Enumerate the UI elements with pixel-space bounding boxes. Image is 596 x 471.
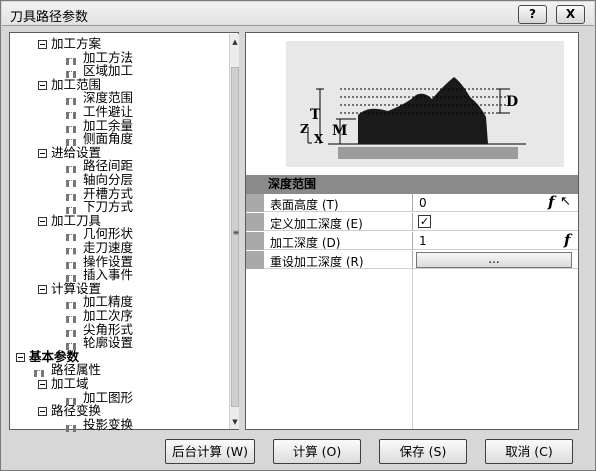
tree-expander-icon[interactable]	[38, 216, 47, 226]
tree-expander-icon[interactable]	[16, 352, 25, 362]
tool-path-parameters-dialog: 刀具路径参数 ? X 加工方案 加工方法 区域加工 加工范围 深度范围 工件避让 加工余量侧…	[0, 0, 596, 471]
help-button[interactable]: ?	[518, 5, 547, 24]
scroll-down-icon[interactable]: ▼	[230, 416, 240, 428]
row-divider	[412, 194, 413, 212]
tree-connector	[34, 370, 44, 375]
column-divider	[412, 267, 413, 429]
tree-item[interactable]: 工件避让	[83, 105, 133, 119]
tree-expander-icon[interactable]	[38, 407, 47, 417]
m-label: M	[332, 123, 348, 139]
section-header-depth-range: 深度范围	[246, 175, 578, 194]
property-define-depth[interactable]: 定义加工深度 (E) ✓	[246, 213, 578, 231]
tree-item[interactable]: 轴向分层	[83, 173, 133, 187]
tree-connector	[66, 329, 76, 334]
scroll-thumb[interactable]: ≡	[231, 67, 239, 407]
tree-connector	[66, 261, 76, 266]
parameter-tree[interactable]: 加工方案 加工方法 区域加工 加工范围 深度范围 工件避让 加工余量 侧面角度 进给设置 路径间距…	[9, 32, 239, 432]
tree-connector	[66, 125, 76, 130]
tree-connector	[66, 98, 76, 103]
tree-expander-icon[interactable]	[38, 380, 47, 389]
tree-expander-icon[interactable]	[38, 284, 47, 294]
window-title: 刀具路径参数	[10, 10, 89, 25]
property-surface-height[interactable]: 表面高度 (T) 0 f ↖	[246, 193, 578, 212]
tree-expander-icon[interactable]	[38, 80, 47, 90]
tree-connector	[66, 234, 76, 239]
tree-scrollbar[interactable]: ▲ ≡ ▼	[229, 34, 239, 429]
d-label: D	[506, 94, 518, 110]
machining-depth-label: 加工深度 (D)	[270, 236, 341, 250]
tree-connector	[66, 397, 76, 402]
tree-item[interactable]: 加工方案	[51, 37, 101, 51]
depth-range-illustration: T M D Z X	[248, 35, 576, 173]
define-depth-checkbox[interactable]: ✓	[418, 215, 431, 228]
tree-connector	[66, 424, 76, 429]
property-machining-depth[interactable]: 加工深度 (D) 1 f	[246, 231, 578, 250]
title-bar[interactable]: 刀具路径参数 ? X	[2, 2, 594, 26]
tree-connector	[66, 207, 76, 212]
tree-connector	[66, 316, 76, 320]
tree-connector	[66, 193, 76, 198]
x-axis-label: X	[314, 132, 324, 146]
scroll-grip-icon: ≡	[232, 228, 240, 237]
property-empty-area	[246, 267, 578, 429]
tree-expander-icon[interactable]	[38, 40, 47, 49]
tree-item[interactable]: 加工域	[51, 377, 89, 391]
define-depth-label: 定义加工深度 (E)	[270, 217, 363, 231]
row-stripe	[246, 213, 264, 231]
close-button[interactable]: X	[556, 5, 585, 24]
tree-connector	[66, 302, 76, 307]
tree-connector	[66, 71, 76, 76]
function-icon[interactable]: f	[548, 193, 554, 211]
tree-expander-icon[interactable]	[38, 148, 47, 158]
row-divider	[412, 232, 413, 250]
tree-item[interactable]: 走刀速度	[83, 241, 133, 255]
scroll-up-icon[interactable]: ▲	[230, 36, 240, 48]
surface-height-value[interactable]: 0	[419, 196, 427, 210]
tree-connector	[66, 180, 76, 184]
tree-connector	[66, 57, 76, 62]
mouse-cursor-icon: ↖	[560, 194, 571, 209]
property-panel: T M D Z X 深度范围 表面高度 (T) 0 f ↖ 定义加工深度 (E)…	[245, 32, 579, 430]
tree-connector	[66, 112, 76, 116]
row-divider	[412, 213, 413, 231]
surface-height-label: 表面高度 (T)	[270, 198, 339, 212]
row-stripe	[246, 194, 264, 212]
tree-connector	[66, 275, 76, 280]
machining-depth-value[interactable]: 1	[419, 234, 427, 248]
calculate-button[interactable]: 计算 (O)	[273, 439, 361, 464]
tree-connector	[66, 343, 76, 348]
row-stripe	[246, 232, 264, 250]
tree-item[interactable]: 加工次序	[83, 309, 133, 323]
section-title: 深度范围	[268, 177, 317, 191]
reset-depth-button[interactable]: ...	[416, 252, 572, 268]
save-button[interactable]: 保存 (S)	[379, 439, 467, 464]
tree-item[interactable]: 轮廓设置	[83, 336, 133, 350]
tree-connector	[66, 139, 76, 144]
tree-connector	[66, 166, 76, 171]
t-label: T	[310, 107, 321, 123]
background-calculate-button[interactable]: 后台计算 (W)	[165, 439, 255, 464]
z-axis-label: Z	[300, 122, 309, 136]
function-icon[interactable]: f	[564, 231, 570, 249]
tree-item[interactable]: 投影变换	[83, 417, 133, 432]
cancel-button[interactable]: 取消 (C)	[485, 439, 573, 464]
tree-connector	[66, 248, 76, 252]
